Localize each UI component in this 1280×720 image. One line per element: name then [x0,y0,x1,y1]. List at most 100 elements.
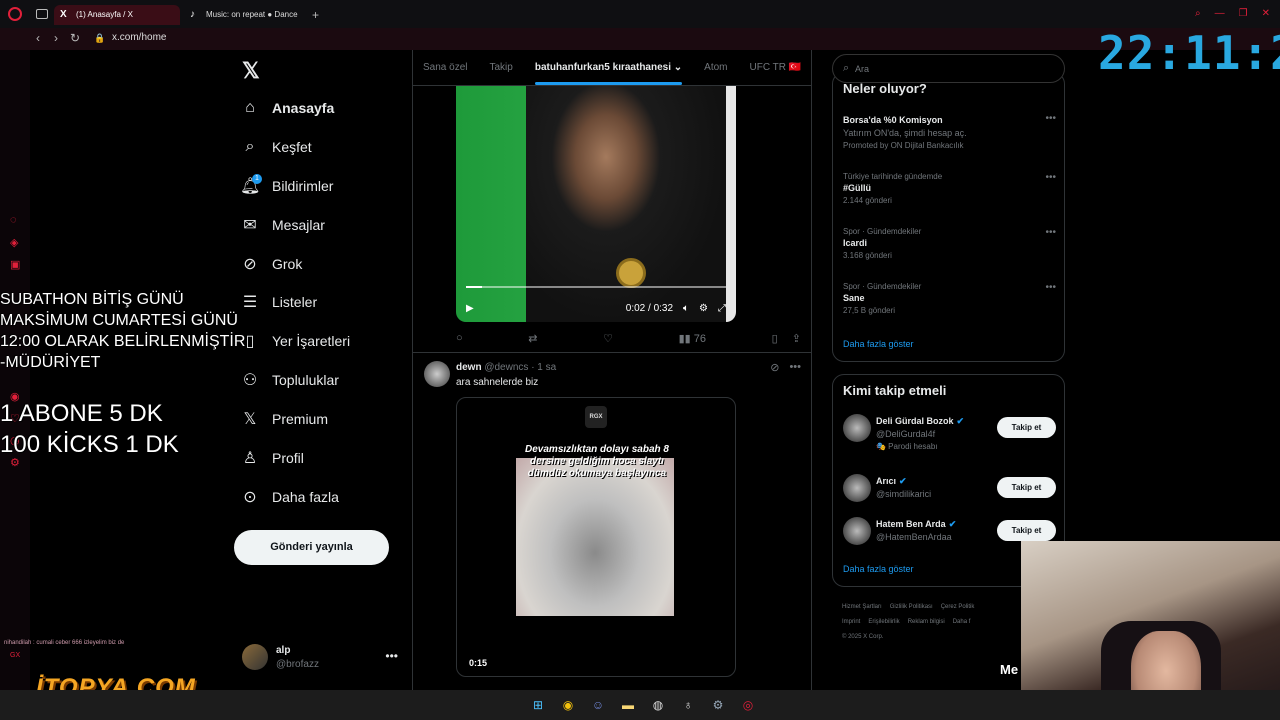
footer-link[interactable]: Hizmet Şartları [842,604,882,610]
trend-name: Sane [843,293,865,303]
trend-item[interactable]: Türkiye tarihinde gündemde #Güllü 2.144 … [843,172,1056,205]
nav-lists[interactable]: ☰ Listeler [240,290,317,314]
tiktok-icon: ♪ [190,9,195,20]
volume-icon[interactable]: 🔈︎ [683,303,689,314]
avatar[interactable] [843,474,871,502]
restore-icon[interactable]: ❐ [1239,8,1248,19]
chevron-down-icon[interactable]: ⌄ [674,62,682,73]
tab-ufc[interactable]: UFC TR 🇹🇷 [750,62,802,73]
gear-icon[interactable]: ⚙ [699,303,708,314]
chrome-icon[interactable]: ◉ [558,695,578,715]
reply-icon[interactable]: ○ [456,332,463,345]
play-icon[interactable]: ▶ [466,303,474,314]
close-icon[interactable]: ✕ [1262,8,1270,19]
opera-gx-icon[interactable]: ◎ [738,695,758,715]
trend-item[interactable]: Spor · Gündemdekiler Icardi 3.168 gönder… [843,227,1056,260]
steam-icon[interactable]: ⚙ [708,695,728,715]
more-icon[interactable]: ••• [385,649,398,663]
list-icon: ☰ [242,294,258,311]
like-icon[interactable]: ♡ [603,332,613,345]
back-icon[interactable]: ‹ [36,31,40,45]
minimize-icon[interactable]: — [1215,8,1225,19]
avatar[interactable] [843,414,871,442]
footer-link[interactable]: Daha f [953,619,971,625]
nav-communities[interactable]: ⚇ Topluluklar [240,368,339,392]
nav-premium[interactable]: 𝕏 Premium [240,407,328,431]
footer-link[interactable]: Imprint [842,619,860,625]
reload-icon[interactable]: ↻ [70,31,80,45]
footer-link[interactable]: Çerez Politik [941,604,975,610]
nav-home[interactable]: ⌂ Anasayfa [240,96,334,120]
tab-island-icon[interactable] [36,9,48,19]
bookmark-icon[interactable]: ▯ [772,332,778,345]
nav-notifications[interactable]: 🔔︎ 1 Bildirimler [240,174,333,198]
video-progress-bar[interactable] [466,286,726,288]
tab-atom[interactable]: Atom [704,62,727,73]
more-icon[interactable]: ••• [789,361,801,374]
app-icon[interactable]: ♁ [678,695,698,715]
tweet-video[interactable]: RGX Devamsızlıktan dolayı sabah 8 dersin… [456,397,736,677]
search-input[interactable]: ⌕ Ara [832,54,1065,83]
x-logo-icon[interactable]: 𝕏 [242,58,260,84]
tweet-author[interactable]: dewn [456,362,482,373]
more-icon[interactable]: ••• [1045,282,1056,293]
share-icon[interactable]: ⇪ [792,332,801,345]
nav-profile[interactable]: ♙ Profil [240,446,304,470]
verified-badge-icon: ✔ [948,519,957,529]
app-icon[interactable]: ◍ [648,695,668,715]
avatar[interactable] [424,361,450,387]
follow-button[interactable]: Takip et [997,477,1056,498]
taskbar: ⊞ ◉ ☺ ▬ ◍ ♁ ⚙ ◎ [0,690,1280,720]
overlay-sub-rate: 1 ABONE 5 DK [0,400,163,427]
opera-logo-icon[interactable] [8,7,22,21]
url-field[interactable]: x.com/home [112,32,166,43]
browser-tab-x[interactable]: X (1) Anasayfa / X [54,5,180,25]
tab-community[interactable]: batuhanfurkan5 kıraathanesi ⌄ [534,62,683,85]
windows-start-icon[interactable]: ⊞ [528,695,548,715]
more-icon[interactable]: ••• [1045,113,1056,124]
new-tab-button[interactable]: + [312,8,319,22]
trend-name: #Güllü [843,183,872,193]
nav-explore[interactable]: ⌕ Keşfet [240,135,312,159]
footer-link[interactable]: Erişilebilirlik [868,619,899,625]
nav-grok[interactable]: ⊘ Grok [240,252,302,276]
follow-button[interactable]: Takip et [997,520,1056,541]
trends-show-more[interactable]: Daha fazla göster [843,339,914,349]
overlay-line: -MÜDÜRİYET [0,354,101,371]
forward-icon[interactable]: › [54,31,58,45]
nav-more[interactable]: ⊙ Daha fazla [240,485,339,509]
trend-item[interactable]: Borsa'da %0 Komisyon Yatırım ON'da, şimd… [843,113,1056,150]
fullscreen-icon[interactable]: ⤢ [718,303,726,314]
who-to-follow-show-more[interactable]: Daha fazla göster [843,564,914,574]
footer-link[interactable]: Gizlilik Politikası [890,604,933,610]
trend-item[interactable]: Spor · Gündemdekiler Sane 27,5 B gönderi… [843,282,1056,315]
tab-for-you[interactable]: Sana özel [423,62,467,73]
search-icon[interactable]: ⌕ [1195,8,1201,19]
avatar[interactable] [843,517,871,545]
sidebar-app-icon[interactable]: ◈ [10,236,22,249]
retweet-icon[interactable]: ⇄ [528,332,537,345]
grok-icon[interactable]: ⊘ [770,361,779,374]
follow-button[interactable]: Takip et [997,417,1056,438]
sidebar-app-icon[interactable]: ▣ [10,258,22,271]
post-button[interactable]: Gönderi yayınla [234,530,389,565]
suggestion-handle: @HatemBenArdaa [876,532,952,542]
sidebar-app-icon[interactable]: ◌ [10,214,22,226]
account-switcher[interactable]: alp @brofazz ••• [242,642,402,676]
tweet-handle[interactable]: @dewncs [484,362,528,373]
tweet-time[interactable]: · 1 sa [531,362,556,373]
nav-messages[interactable]: ✉ Mesajlar [240,213,325,237]
discord-icon[interactable]: ☺ [588,695,608,715]
stream-clock: 22:11:26 [1098,26,1280,80]
tab-following[interactable]: Takip [489,62,512,73]
views-stat[interactable]: ▮▮ 76 [679,332,706,345]
footer-link[interactable]: Reklam bilgisi [908,619,945,625]
video-player[interactable]: ▶ 0:02 / 0:32 🔈︎ ⚙ ⤢ [456,86,736,322]
folder-icon[interactable]: ▬ [618,695,638,715]
nav-bookmarks[interactable]: ▯ Yer İşaretleri [240,329,350,353]
more-icon[interactable]: ••• [1045,172,1056,183]
follow-suggestion[interactable]: Deli Gürdal Bozok ✔ @DeliGurdal4f 🎭 Parod… [843,414,1056,451]
follow-suggestion[interactable]: Arıcı ✔ @simdilikarici Takip et [843,474,1056,506]
browser-tab-tiktok[interactable]: ♪ Music: on repeat ● Dance [184,5,306,25]
more-icon[interactable]: ••• [1045,227,1056,238]
